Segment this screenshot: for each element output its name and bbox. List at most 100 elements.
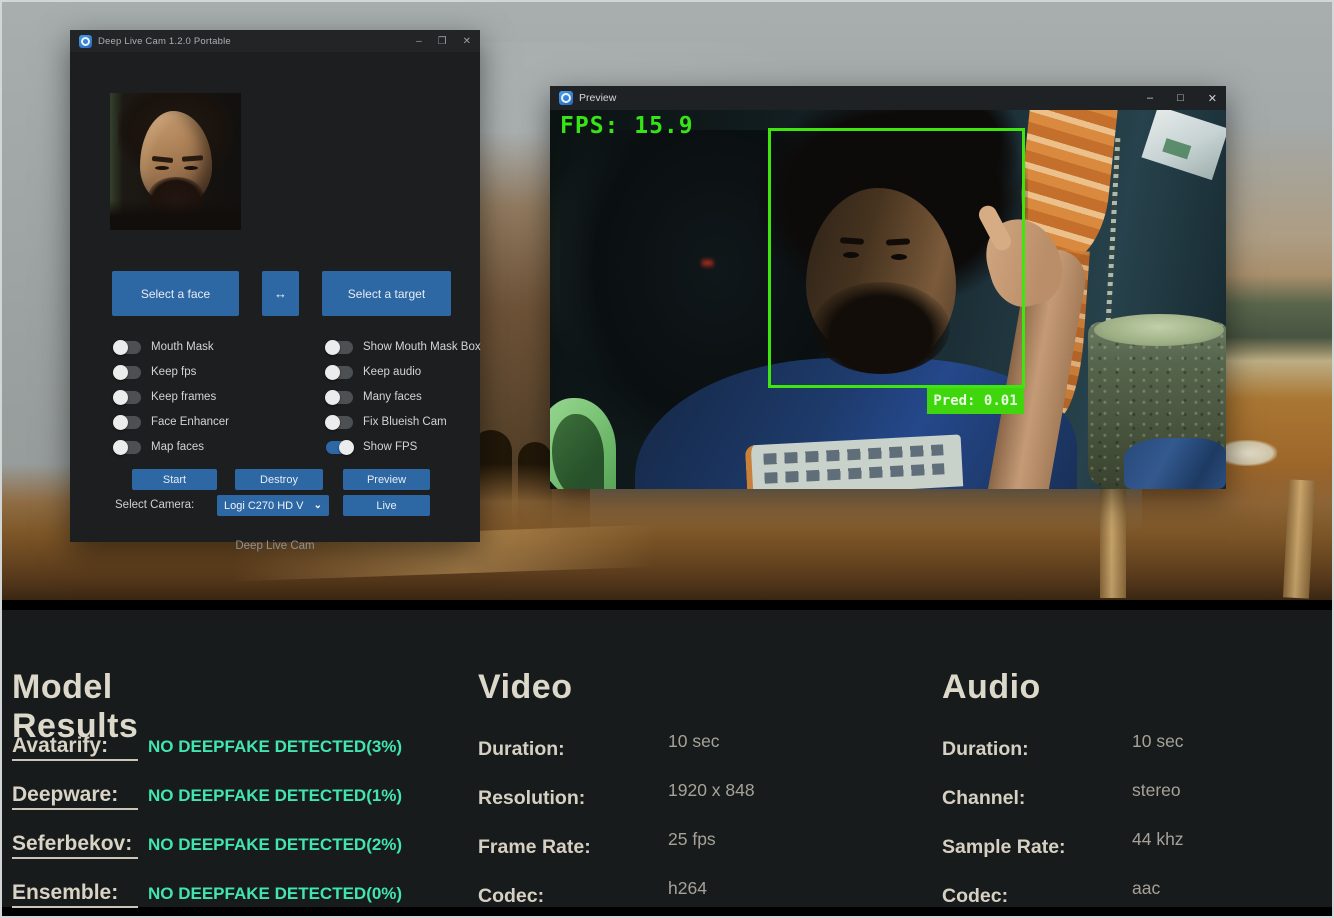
toggle-keep-fps[interactable]: Keep fps <box>114 365 229 379</box>
webcam-paper <box>1141 110 1226 180</box>
preview-app-icon <box>559 91 573 105</box>
toggle-many-faces[interactable]: Many faces <box>326 390 481 404</box>
swap-faces-button[interactable]: ↔ <box>262 271 299 316</box>
toggle-label: Show FPS <box>363 441 417 453</box>
toggle-show-fps[interactable]: Show FPS <box>326 440 481 454</box>
webcam-red-led <box>702 260 713 266</box>
model-result-text: NO DEEPFAKE DETECTED(0%) <box>148 884 402 904</box>
desktop-wallpaper: Deep Live Cam 1.2.0 Portable – ❐ ✕ <box>2 2 1332 600</box>
face-image-eye <box>155 166 169 170</box>
audio-rows: Duration: 10 sec Channel: stereo Sample … <box>942 738 1334 909</box>
mouth-mask-switch[interactable] <box>114 341 141 354</box>
audio-codec-row: Codec: aac <box>942 885 1334 909</box>
face-image-eye <box>184 166 198 170</box>
wallpaper-rocks <box>1217 440 1277 466</box>
destroy-button[interactable]: Destroy <box>235 469 323 490</box>
toggle-label: Keep frames <box>151 391 216 403</box>
toggle-mouth-mask[interactable]: Mouth Mask <box>114 340 229 354</box>
toggle-label: Show Mouth Mask Box <box>363 341 481 353</box>
toggle-keep-audio[interactable]: Keep audio <box>326 365 481 379</box>
model-result-row: Avatarify: NO DEEPFAKE DETECTED(3%) <box>12 734 402 758</box>
model-result-row: Deepware: NO DEEPFAKE DETECTED(1%) <box>12 783 402 807</box>
deep-live-cam-body: Select a face ↔ Select a target Mouth Ma… <box>70 52 480 542</box>
audio-channel-row: Channel: stereo <box>942 787 1334 811</box>
app-footer-text: Deep Live Cam <box>70 540 480 552</box>
meta-label: Codec: <box>478 885 544 907</box>
model-link-ensemble[interactable]: Ensemble: <box>12 881 138 908</box>
webcam-feed: FPS: 15.9 Pred: 0.01 <box>550 110 1226 489</box>
meta-label: Duration: <box>942 738 1029 760</box>
chevron-down-icon: ⌄ <box>314 500 322 511</box>
show-mouth-mask-box-switch[interactable] <box>326 341 353 354</box>
toggle-label: Fix Blueish Cam <box>363 416 447 428</box>
meta-value: stereo <box>1132 780 1181 801</box>
toggle-keep-frames[interactable]: Keep frames <box>114 390 229 404</box>
map-faces-switch[interactable] <box>114 441 141 454</box>
keep-fps-switch[interactable] <box>114 366 141 379</box>
close-icon[interactable]: ✕ <box>463 36 471 47</box>
wallpaper-pillar <box>1100 472 1126 598</box>
model-link-avatarify[interactable]: Avatarify: <box>12 734 138 761</box>
keep-frames-switch[interactable] <box>114 391 141 404</box>
face-image-shoulders <box>110 200 241 230</box>
meta-label: Frame Rate: <box>478 836 591 858</box>
fix-blueish-cam-switch[interactable] <box>326 416 353 429</box>
maximize-icon[interactable]: ❐ <box>438 36 447 47</box>
meta-value: 10 sec <box>1132 731 1184 752</box>
meta-label: Codec: <box>942 885 1008 907</box>
audio-heading: Audio <box>942 668 1041 707</box>
toggle-face-enhancer[interactable]: Face Enhancer <box>114 415 229 429</box>
results-panel: Model Results Avatarify: NO DEEPFAKE DET… <box>2 610 1334 907</box>
deep-live-cam-app-icon <box>79 35 92 48</box>
toggle-label: Many faces <box>363 391 422 403</box>
screenshot-root: Deep Live Cam 1.2.0 Portable – ❐ ✕ <box>0 0 1334 918</box>
toggle-label: Mouth Mask <box>151 341 214 353</box>
video-rows: Duration: 10 sec Resolution: 1920 x 848 … <box>478 738 908 909</box>
meta-label: Resolution: <box>478 787 585 809</box>
close-icon[interactable]: ✕ <box>1208 92 1217 105</box>
meta-label: Duration: <box>478 738 565 760</box>
show-fps-switch[interactable] <box>326 441 353 454</box>
live-button[interactable]: Live <box>343 495 430 516</box>
toggle-show-mouth-mask-box[interactable]: Show Mouth Mask Box <box>326 340 481 354</box>
model-result-row: Ensemble: NO DEEPFAKE DETECTED(0%) <box>12 881 402 905</box>
fps-overlay: FPS: 15.9 <box>560 113 694 139</box>
keep-audio-switch[interactable] <box>326 366 353 379</box>
model-link-deepware[interactable]: Deepware: <box>12 783 138 810</box>
prediction-badge: Pred: 0.01 <box>927 388 1024 414</box>
meta-value: h264 <box>668 878 707 899</box>
preview-window-title: Preview <box>579 92 616 104</box>
face-enhancer-switch[interactable] <box>114 416 141 429</box>
audio-duration-row: Duration: 10 sec <box>942 738 1334 762</box>
video-heading: Video <box>478 668 572 707</box>
video-duration-row: Duration: 10 sec <box>478 738 908 762</box>
model-result-row: Seferbekov: NO DEEPFAKE DETECTED(2%) <box>12 832 402 856</box>
model-link-seferbekov[interactable]: Seferbekov: <box>12 832 138 859</box>
select-camera-label: Select Camera: <box>115 499 194 511</box>
select-face-button[interactable]: Select a face <box>112 271 239 316</box>
meta-value: 25 fps <box>668 829 716 850</box>
preview-button[interactable]: Preview <box>343 469 430 490</box>
source-face-image <box>110 93 241 230</box>
minimize-icon[interactable]: – <box>1147 92 1153 104</box>
toggle-map-faces[interactable]: Map faces <box>114 440 229 454</box>
many-faces-switch[interactable] <box>326 391 353 404</box>
model-result-text: NO DEEPFAKE DETECTED(3%) <box>148 737 402 757</box>
meta-label: Sample Rate: <box>942 836 1066 858</box>
meta-value: 44 khz <box>1132 829 1184 850</box>
minimize-icon[interactable]: – <box>416 36 422 47</box>
deep-live-cam-titlebar[interactable]: Deep Live Cam 1.2.0 Portable – ❐ ✕ <box>70 30 480 52</box>
preview-titlebar[interactable]: Preview – □ ✕ <box>550 86 1226 110</box>
toggle-label: Keep fps <box>151 366 196 378</box>
select-target-button[interactable]: Select a target <box>322 271 451 316</box>
meta-label: Channel: <box>942 787 1025 809</box>
face-detection-box <box>768 128 1025 388</box>
toggle-fix-blueish-cam[interactable]: Fix Blueish Cam <box>326 415 481 429</box>
toggle-column-left: Mouth Mask Keep fps Keep frames Face Enh… <box>114 340 229 454</box>
webcam-drum-top <box>1094 314 1224 346</box>
start-button[interactable]: Start <box>132 469 217 490</box>
camera-dropdown[interactable]: Logi C270 HD V ⌄ <box>217 495 329 516</box>
webcam-blue-bag <box>1124 438 1226 489</box>
toggle-label: Map faces <box>151 441 204 453</box>
maximize-icon[interactable]: □ <box>1177 92 1184 104</box>
